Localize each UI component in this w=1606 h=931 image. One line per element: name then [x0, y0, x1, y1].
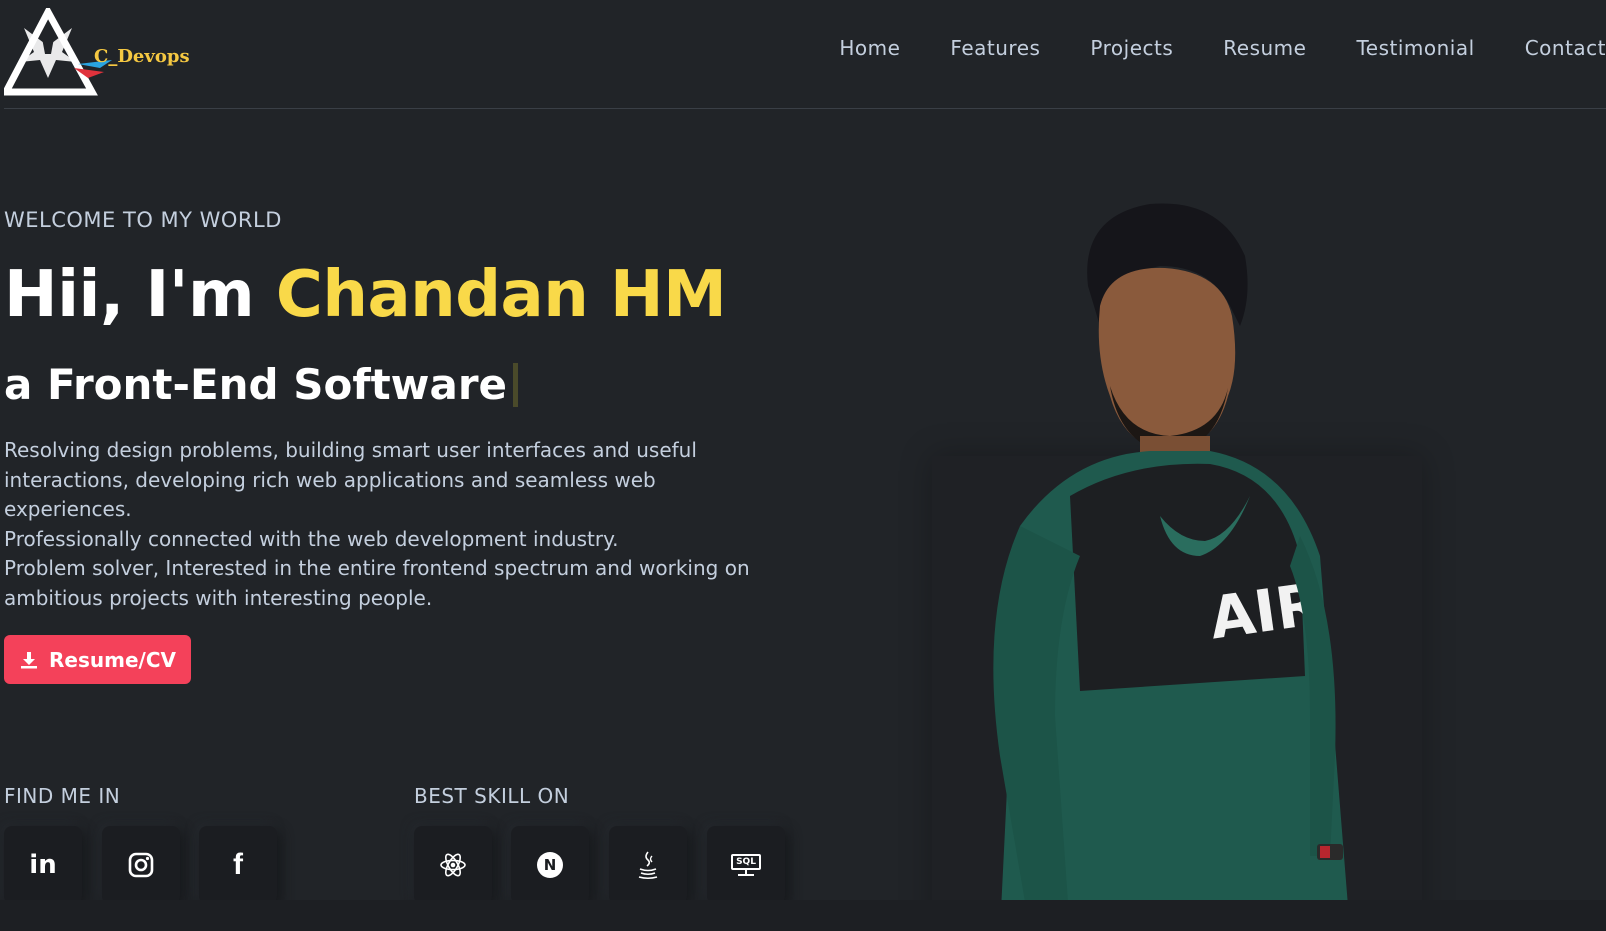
- nav-projects[interactable]: Projects: [1090, 36, 1173, 60]
- greeting-text: Hii, I'm: [4, 258, 276, 332]
- site-logo[interactable]: C_Devops: [0, 4, 190, 96]
- header-divider: [4, 108, 1606, 109]
- description-line: experiences.: [4, 497, 132, 521]
- instagram-icon: [128, 852, 154, 878]
- description-line: interactions, developing rich web applic…: [4, 467, 656, 492]
- typing-cursor: [513, 362, 519, 407]
- facebook-icon: f: [233, 848, 243, 881]
- nav-features[interactable]: Features: [950, 36, 1040, 60]
- nav-contact[interactable]: Contact: [1525, 36, 1606, 60]
- skill-java[interactable]: [609, 826, 687, 904]
- nav-home[interactable]: Home: [839, 36, 900, 60]
- nav-resume[interactable]: Resume: [1223, 36, 1306, 60]
- description-line: Professionally connected with the web de…: [4, 526, 619, 551]
- hero-name: Chandan HM: [275, 258, 727, 332]
- facebook-link[interactable]: f: [199, 826, 277, 904]
- skill-nextjs[interactable]: N: [511, 826, 589, 904]
- linkedin-icon: in: [29, 850, 57, 880]
- description-line: Problem solver, Interested in the entire…: [4, 556, 750, 580]
- sql-base: [738, 874, 754, 876]
- resume-button-label: Resume/CV: [49, 647, 176, 672]
- sql-icon: SQL: [731, 854, 761, 876]
- nextjs-letter: N: [543, 856, 557, 874]
- nextjs-icon: N: [537, 852, 563, 878]
- resume-download-button[interactable]: Resume/CV: [4, 635, 191, 684]
- profile-photo: AIR: [993, 203, 1350, 931]
- role-text: a Front-End Software: [4, 360, 508, 409]
- find-me-label: FIND ME IN: [4, 784, 121, 808]
- download-icon: [21, 651, 37, 668]
- skill-sql[interactable]: SQL: [707, 826, 785, 904]
- instagram-link[interactable]: [102, 826, 180, 904]
- welcome-text: WELCOME TO MY WORLD: [4, 208, 282, 232]
- react-icon: [440, 853, 466, 877]
- main-nav: Home Features Projects Resume Testimonia…: [789, 36, 1606, 60]
- hero-description: Resolving design problems, building smar…: [4, 436, 794, 613]
- hero-headline: Hii, I'm Chandan HM: [4, 258, 727, 332]
- hero-role: a Front-End Software: [4, 360, 519, 409]
- description-line: ambitious projects with interesting peop…: [4, 585, 433, 610]
- java-icon: [638, 851, 658, 880]
- nav-testimonial[interactable]: Testimonial: [1356, 36, 1474, 60]
- logo-text: C_Devops: [94, 46, 190, 67]
- best-skill-label: BEST SKILL ON: [414, 784, 570, 808]
- portfolio-page: C_Devops Home Features Projects Resume T…: [0, 0, 1606, 931]
- linkedin-link[interactable]: in: [4, 826, 82, 904]
- description-line: Resolving design problems, building smar…: [4, 438, 697, 462]
- sql-text: SQL: [736, 857, 756, 867]
- skill-react[interactable]: [414, 826, 492, 904]
- sql-monitor: SQL: [731, 854, 761, 870]
- header: C_Devops Home Features Projects Resume T…: [0, 0, 1606, 110]
- bottom-edge-bar: [0, 900, 1606, 931]
